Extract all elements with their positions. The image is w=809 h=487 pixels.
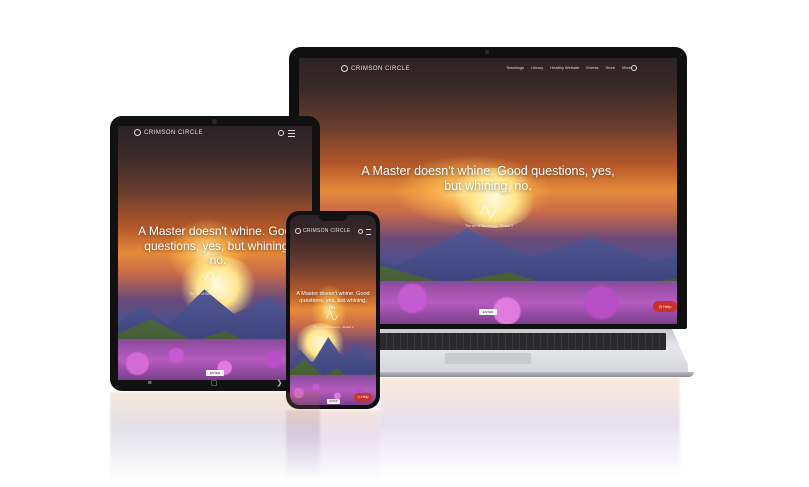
phone-logo[interactable]: CRIMSON CIRCLE	[295, 228, 351, 234]
logo-circle-icon	[134, 129, 141, 136]
laptop-help-button[interactable]: ◷ Help	[653, 301, 677, 312]
phone-notch	[319, 215, 347, 221]
menu-icon[interactable]	[288, 130, 295, 137]
phone-reflection	[286, 410, 380, 480]
signature-icon	[477, 201, 499, 221]
laptop-quote: A Master doesn't whine. Good questions, …	[361, 164, 615, 193]
phone-screen: CRIMSON CIRCLE A Master doesn't whine. G…	[290, 215, 376, 405]
tablet-camera-icon	[212, 119, 217, 124]
phone-help-button[interactable]: ◷ Help	[354, 393, 372, 402]
logo-circle-icon	[295, 228, 301, 234]
phone-device: CRIMSON CIRCLE A Master doesn't whine. G…	[286, 211, 380, 409]
nav-item-store[interactable]: Store	[606, 65, 616, 70]
laptop-caption: The Art of Becoming - Shaud 3	[465, 224, 513, 228]
phone-caption: The Art of Becoming - Shaud 3	[312, 325, 354, 329]
tablet-logo[interactable]: CRIMSON CIRCLE	[134, 129, 203, 136]
laptop-reflection	[380, 378, 680, 478]
laptop-nav: Teachings Library Healthy Website Events…	[506, 65, 631, 70]
tablet-nav-bar: ≡ ▢ ❯	[118, 378, 312, 388]
laptop-camera-icon	[485, 50, 489, 54]
nav-item-events[interactable]: Events	[586, 65, 598, 70]
laptop-enter-button[interactable]: ENTER	[479, 309, 497, 315]
laptop-logo[interactable]: CRIMSON CIRCLE	[341, 65, 410, 72]
logo-circle-icon	[341, 65, 348, 72]
brand-name: CRIMSON CIRCLE	[303, 228, 351, 234]
nav-item-more[interactable]: More	[622, 65, 631, 70]
search-icon[interactable]	[278, 130, 284, 136]
menu-icon[interactable]	[366, 229, 371, 235]
tablet-caption: The Art of Becoming - Shaud 3	[189, 292, 237, 296]
search-icon[interactable]	[358, 229, 363, 234]
tablet-quote: A Master doesn't whine. Good questions, …	[138, 224, 298, 267]
tablet-screen: CRIMSON CIRCLE A Master doesn't whine. G…	[118, 126, 312, 380]
recent-apps-icon[interactable]: ≡	[148, 380, 152, 387]
search-icon[interactable]	[631, 65, 637, 71]
back-icon[interactable]: ❯	[277, 379, 283, 387]
phone-enter-button[interactable]: ENTER	[327, 399, 340, 404]
nav-item-teachings[interactable]: Teachings	[506, 65, 524, 70]
signature-icon	[202, 267, 224, 287]
brand-name: CRIMSON CIRCLE	[351, 65, 411, 72]
laptop-trackpad	[445, 353, 531, 364]
home-icon[interactable]: ▢	[211, 379, 218, 387]
signature-icon	[324, 309, 340, 323]
nav-item-library[interactable]: Library	[531, 65, 543, 70]
brand-name: CRIMSON CIRCLE	[144, 129, 204, 136]
nav-item-healthy-website[interactable]: Healthy Website	[550, 65, 579, 70]
tablet-enter-button[interactable]: ENTER	[206, 370, 224, 376]
